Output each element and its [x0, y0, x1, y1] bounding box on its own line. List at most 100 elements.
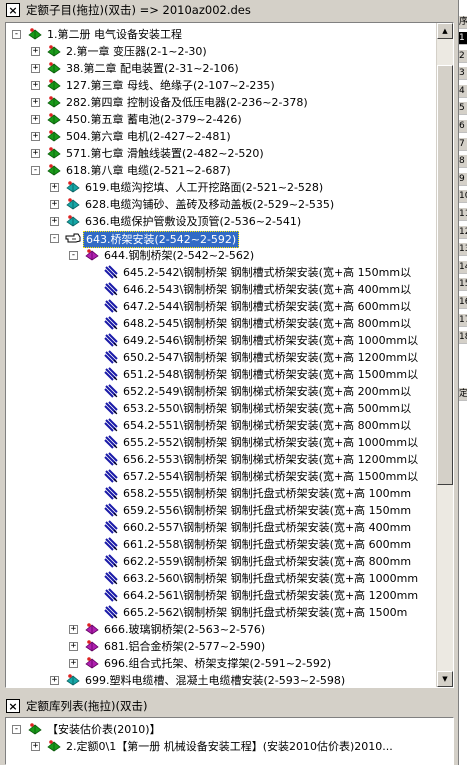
tree-item-row[interactable]: 657.2-554\钢制桥架 钢制梯式桥架安装(宽+高 1500mm以	[6, 468, 453, 485]
tree-item-row[interactable]: +666.玻璃钢桥架(2-563~2-576)	[6, 621, 453, 638]
tree-item-row[interactable]: 650.2-547\钢制桥架 钢制槽式桥架安装(宽+高 1200mm以	[6, 349, 453, 366]
tree-item-label[interactable]: 636.电缆保护管敷设及顶管(2-536~2-541)	[83, 214, 303, 229]
tree-item-row[interactable]: +571.第七章 滑触线装置(2-482~2-520)	[6, 145, 453, 162]
tree-item-row[interactable]: +504.第六章 电机(2-427~2-481)	[6, 128, 453, 145]
tree-item-label[interactable]: 282.第四章 控制设备及低压电器(2-236~2-378)	[64, 95, 310, 110]
tree-item-label[interactable]: 647.2-544\钢制桥架 钢制槽式桥架安装(宽+高 600mm以	[121, 299, 413, 314]
grid-row-number[interactable]: 13	[459, 243, 467, 257]
tree-item-row[interactable]: +450.第五章 蓄电池(2-379~2-426)	[6, 111, 453, 128]
tree-item-label[interactable]: 646.2-543\钢制桥架 钢制槽式桥架安装(宽+高 400mm以	[121, 282, 413, 297]
expand-toggle[interactable]: +	[69, 659, 78, 668]
tree-item-label[interactable]: 664.2-561\钢制桥架 钢制托盘式桥架安装(宽+高 1200mm	[121, 588, 420, 603]
tree-item-label[interactable]: 628.电缆沟铺砂、盖砖及移动盖板(2-529~2-535)	[83, 197, 336, 212]
expand-toggle[interactable]: +	[31, 132, 40, 141]
expand-toggle[interactable]: +	[31, 149, 40, 158]
bottom-pane-close-button[interactable]: ×	[6, 699, 20, 713]
tree-item-label[interactable]: 504.第六章 电机(2-427~2-481)	[64, 129, 233, 144]
library-item-row[interactable]: - 【安装估价表(2010)】	[6, 721, 453, 738]
expand-toggle[interactable]: +	[69, 642, 78, 651]
tree-item-row[interactable]: 664.2-561\钢制桥架 钢制托盘式桥架安装(宽+高 1200mm	[6, 587, 453, 604]
tree-item-row[interactable]: 659.2-556\钢制桥架 钢制托盘式桥架安装(宽+高 150mm	[6, 502, 453, 519]
tree-item-row[interactable]: 660.2-557\钢制桥架 钢制托盘式桥架安装(宽+高 400mm	[6, 519, 453, 536]
collapse-toggle[interactable]: -	[69, 251, 78, 260]
tree-item-row[interactable]: 649.2-546\钢制桥架 钢制槽式桥架安装(宽+高 1000mm以	[6, 332, 453, 349]
grid-row-number[interactable]: 3	[459, 67, 467, 81]
tree-item-row[interactable]: +38.第二章 配电装置(2-31~2-106)	[6, 60, 453, 77]
tree-item-label[interactable]: 652.2-549\钢制桥架 钢制梯式桥架安装(宽+高 200mm以	[121, 384, 413, 399]
tree-item-label[interactable]: 658.2-555\钢制桥架 钢制托盘式桥架安装(宽+高 100mm	[121, 486, 413, 501]
quota-item-tree[interactable]: -1.第二册 电气设备安装工程 +2.第一章 变压器(2-1~2-30) +38.第…	[5, 22, 454, 688]
tree-item-row[interactable]: 646.2-543\钢制桥架 钢制槽式桥架安装(宽+高 400mm以	[6, 281, 453, 298]
tree-item-label[interactable]: 656.2-553\钢制桥架 钢制梯式桥架安装(宽+高 1200mm以	[121, 452, 420, 467]
tree-item-row[interactable]: 655.2-552\钢制桥架 钢制梯式桥架安装(宽+高 1000mm以	[6, 434, 453, 451]
tree-item-row[interactable]: +699.塑料电缆槽、混凝土电缆槽安装(2-593~2-598)	[6, 672, 453, 687]
tree-item-label[interactable]: 571.第七章 滑触线装置(2-482~2-520)	[64, 146, 266, 161]
tree-item-label[interactable]: 643.桥架安装(2-542~2-592)	[83, 231, 240, 248]
scroll-thumb[interactable]	[437, 65, 453, 485]
grid-row-number[interactable]: 14	[459, 260, 467, 274]
tree-item-row[interactable]: 658.2-555\钢制桥架 钢制托盘式桥架安装(宽+高 100mm	[6, 485, 453, 502]
tree-item-label[interactable]: 659.2-556\钢制桥架 钢制托盘式桥架安装(宽+高 150mm	[121, 503, 413, 518]
grid-row-number[interactable]: 10	[459, 190, 467, 204]
tree-item-row[interactable]: - 1.第二册 电气设备安装工程	[6, 26, 453, 43]
grid-row-number[interactable]: 9	[459, 172, 467, 186]
grid-row-number[interactable]: 4	[459, 84, 467, 98]
expand-toggle[interactable]: +	[31, 742, 40, 751]
collapse-toggle[interactable]: -	[12, 30, 21, 39]
expand-toggle[interactable]: +	[31, 98, 40, 107]
top-pane-close-button[interactable]: ×	[6, 3, 20, 17]
grid-row-number[interactable]: 11	[459, 208, 467, 221]
grid-row-number[interactable]: 6	[459, 120, 467, 133]
tree-item-label[interactable]: 657.2-554\钢制桥架 钢制梯式桥架安装(宽+高 1500mm以	[121, 469, 420, 484]
tree-item-label[interactable]: 661.2-558\钢制桥架 钢制托盘式桥架安装(宽+高 600mm	[121, 537, 413, 552]
tree-item-row[interactable]: 654.2-551\钢制桥架 钢制梯式桥架安装(宽+高 800mm以	[6, 417, 453, 434]
tree-item-row[interactable]: +127.第三章 母线、绝缘子(2-107~2-235)	[6, 77, 453, 94]
tree-item-label[interactable]: 650.2-547\钢制桥架 钢制槽式桥架安装(宽+高 1200mm以	[121, 350, 420, 365]
expand-toggle[interactable]: +	[50, 217, 59, 226]
tree-item-row[interactable]: 652.2-549\钢制桥架 钢制梯式桥架安装(宽+高 200mm以	[6, 383, 453, 400]
tree-item-row[interactable]: 647.2-544\钢制桥架 钢制槽式桥架安装(宽+高 600mm以	[6, 298, 453, 315]
tree-item-label[interactable]: 651.2-548\钢制桥架 钢制槽式桥架安装(宽+高 1500mm以	[121, 367, 420, 382]
tree-item-row[interactable]: 661.2-558\钢制桥架 钢制托盘式桥架安装(宽+高 600mm	[6, 536, 453, 553]
library-item-label[interactable]: 【安装估价表(2010)】	[45, 722, 163, 737]
expand-toggle[interactable]: +	[31, 115, 40, 124]
tree-item-label[interactable]: 648.2-545\钢制桥架 钢制槽式桥架安装(宽+高 800mm以	[121, 316, 413, 331]
tree-item-label[interactable]: 699.塑料电缆槽、混凝土电缆槽安装(2-593~2-598)	[83, 673, 347, 687]
grid-row-number[interactable]: 1	[459, 32, 467, 45]
tree-item-row[interactable]: - 618.第八章 电缆(2-521~2-687)	[6, 162, 453, 179]
tree-item-row[interactable]: +282.第四章 控制设备及低压电器(2-236~2-378)	[6, 94, 453, 111]
expand-toggle[interactable]: +	[50, 183, 59, 192]
quota-library-tree[interactable]: - 【安装估价表(2010)】 +2.定额0\1【第一册 机械设备安装工程】(安装2…	[5, 717, 454, 765]
scroll-down-button[interactable]: ▼	[437, 671, 453, 687]
tree-item-row[interactable]: +2.第一章 变压器(2-1~2-30)	[6, 43, 453, 60]
grid-row-number[interactable]: 17	[459, 313, 467, 327]
tree-item-row[interactable]: 665.2-562\钢制桥架 钢制托盘式桥架安装(宽+高 1500m	[6, 604, 453, 621]
tree-item-row[interactable]: 663.2-560\钢制桥架 钢制托盘式桥架安装(宽+高 1000mm	[6, 570, 453, 587]
tree-item-row[interactable]: 648.2-545\钢制桥架 钢制槽式桥架安装(宽+高 800mm以	[6, 315, 453, 332]
tree-item-label[interactable]: 696.组合式托架、桥架支撑架(2-591~2-592)	[102, 656, 333, 671]
grid-row-number[interactable]: 7	[459, 137, 467, 151]
tree-item-row[interactable]: +681.铝合金桥架(2-577~2-590)	[6, 638, 453, 655]
expand-toggle[interactable]: +	[69, 625, 78, 634]
tree-item-label[interactable]: 38.第二章 配电装置(2-31~2-106)	[64, 61, 241, 76]
tree-item-row[interactable]: - 644.钢制桥架(2-542~2-562)	[6, 247, 453, 264]
tree-item-label[interactable]: 655.2-552\钢制桥架 钢制梯式桥架安装(宽+高 1000mm以	[121, 435, 420, 450]
tree-item-label[interactable]: 653.2-550\钢制桥架 钢制梯式桥架安装(宽+高 500mm以	[121, 401, 413, 416]
tree-item-label[interactable]: 663.2-560\钢制桥架 钢制托盘式桥架安装(宽+高 1000mm	[121, 571, 420, 586]
expand-toggle[interactable]: +	[50, 676, 59, 685]
collapse-toggle[interactable]: -	[50, 234, 59, 243]
tree-item-row[interactable]: 645.2-542\钢制桥架 钢制槽式桥架安装(宽+高 150mm以	[6, 264, 453, 281]
tree-item-label[interactable]: 618.第八章 电缆(2-521~2-687)	[64, 163, 233, 178]
tree-item-row[interactable]: +696.组合式托架、桥架支撑架(2-591~2-592)	[6, 655, 453, 672]
collapse-toggle[interactable]: -	[12, 725, 21, 734]
tree-item-label[interactable]: 681.铝合金桥架(2-577~2-590)	[102, 639, 267, 654]
grid-row-number[interactable]: 5	[459, 102, 467, 116]
tree-item-row[interactable]: 662.2-559\钢制桥架 钢制托盘式桥架安装(宽+高 800mm	[6, 553, 453, 570]
expand-toggle[interactable]: +	[31, 64, 40, 73]
tree-item-label[interactable]: 1.第二册 电气设备安装工程	[45, 27, 184, 42]
tree-item-label[interactable]: 666.玻璃钢桥架(2-563~2-576)	[102, 622, 267, 637]
tree-item-row[interactable]: +628.电缆沟铺砂、盖砖及移动盖板(2-529~2-535)	[6, 196, 453, 213]
tree-item-label[interactable]: 2.第一章 变压器(2-1~2-30)	[64, 44, 209, 59]
tree-item-row[interactable]: - 643.桥架安装(2-542~2-592)	[6, 230, 453, 248]
tree-item-row[interactable]: 656.2-553\钢制桥架 钢制梯式桥架安装(宽+高 1200mm以	[6, 451, 453, 468]
